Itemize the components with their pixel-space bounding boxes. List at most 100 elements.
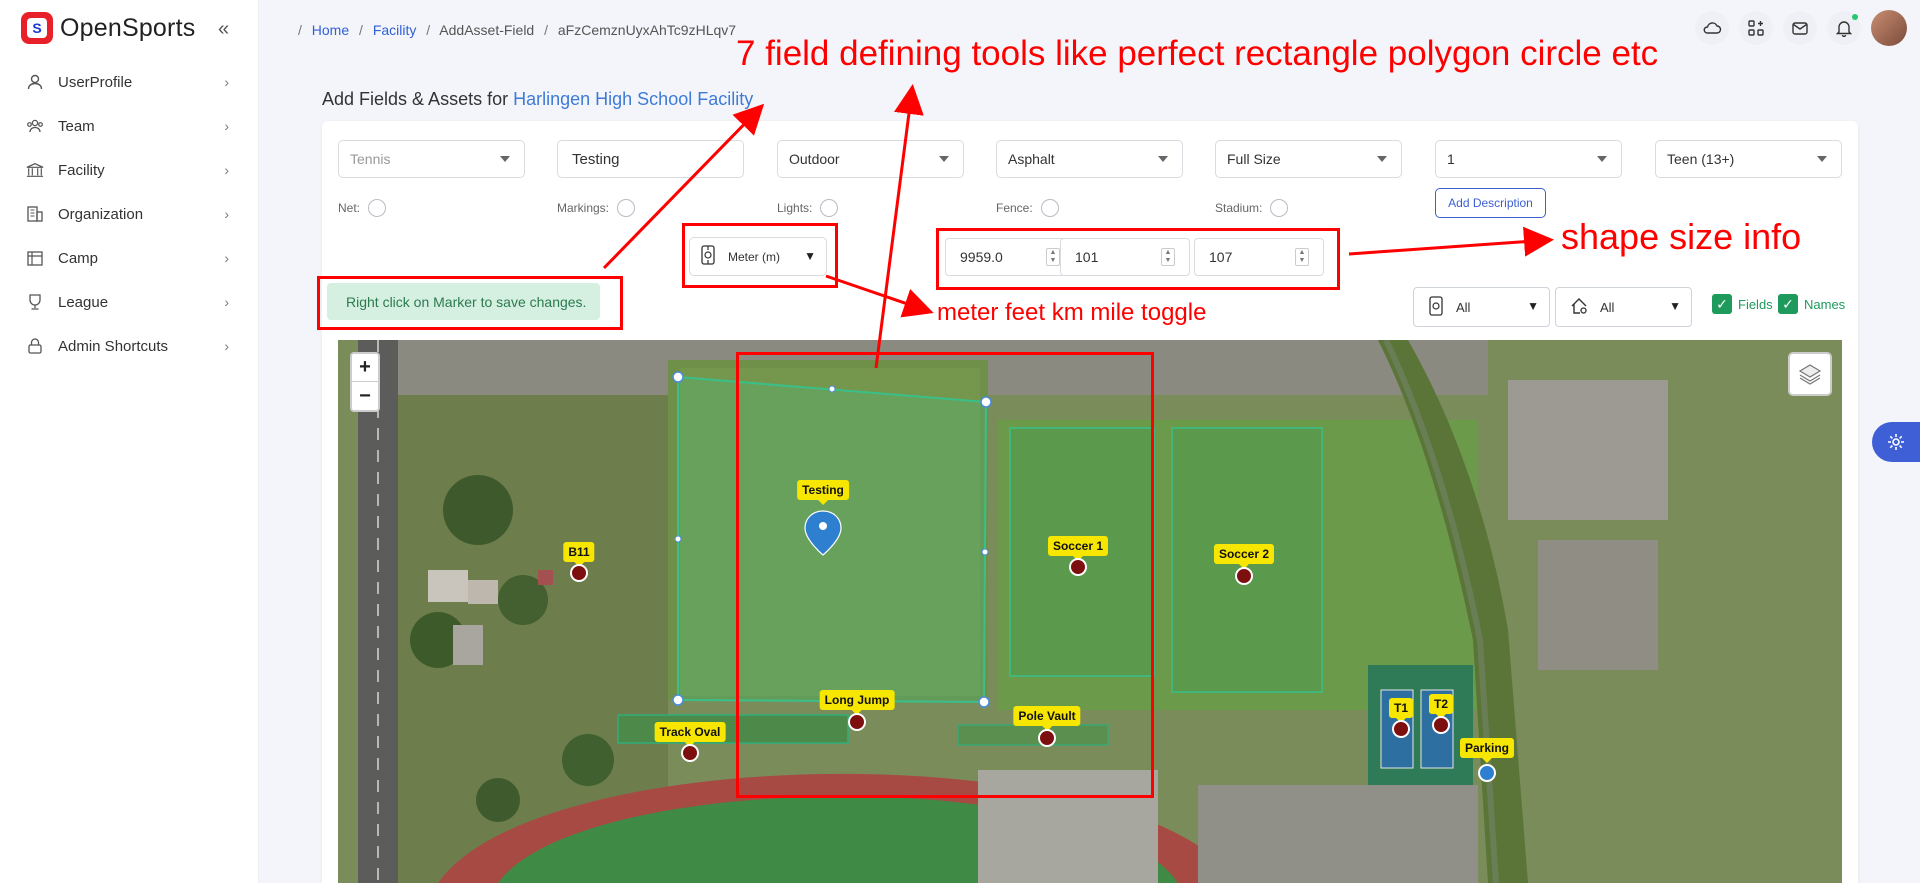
brand[interactable]: S OpenSports [21, 12, 195, 44]
sidebar-item-admin-shortcuts[interactable]: Admin Shortcuts › [0, 324, 259, 368]
chevron-right-icon: › [224, 338, 229, 354]
page-title-prefix: Add Fields & Assets for [322, 89, 509, 109]
facility-link[interactable]: Harlingen High School Facility [513, 89, 753, 109]
spinner-icon[interactable]: ▲ ▼ [1161, 248, 1175, 266]
caret-down-icon [1158, 156, 1168, 162]
check-icon: ✓ [1778, 294, 1798, 314]
mail-icon[interactable] [1783, 11, 1817, 45]
surface-select-value: Asphalt [1008, 151, 1055, 167]
count-select-value: 1 [1447, 151, 1455, 167]
markings-toggle: Markings: [557, 199, 636, 217]
sidebar-item-userprofile[interactable]: UserProfile › [0, 60, 259, 104]
zoom-out-button[interactable]: − [352, 382, 378, 410]
width-input[interactable]: 107 ▲ ▼ [1194, 238, 1324, 276]
caret-down-icon [939, 156, 949, 162]
shape-midpoint-handle [674, 535, 682, 543]
field-name-input[interactable] [557, 140, 744, 178]
breadcrumb-separator: / [298, 22, 302, 38]
league-icon [26, 293, 44, 311]
spinner-icon[interactable]: ▲ ▼ [1046, 248, 1060, 266]
shape-vertex-handle [672, 371, 684, 383]
map-marker-pin[interactable] [1069, 558, 1087, 576]
asset-filter-select[interactable]: All ▼ [1555, 287, 1692, 327]
sidebar-item-label: League [58, 293, 109, 311]
cloud-icon[interactable] [1695, 11, 1729, 45]
lights-label: Lights: [777, 201, 813, 215]
names-checkbox-label: Names [1804, 296, 1846, 312]
map-marker-pin[interactable] [570, 564, 588, 582]
topbar-actions [1695, 10, 1920, 46]
area-value: 9959.0 [960, 249, 1003, 265]
fence-toggle: Fence: [996, 199, 1059, 217]
map-marker-pin[interactable] [1038, 729, 1056, 747]
sidebar-item-label: Camp [58, 249, 99, 267]
sidebar-item-league[interactable]: League › [0, 280, 259, 324]
sidebar-item-facility[interactable]: Facility › [0, 148, 259, 192]
map-marker-pin[interactable] [681, 744, 699, 762]
map-marker-label: B11 [563, 542, 595, 567]
annotation-title: 7 field defining tools like perfect rect… [736, 34, 1659, 73]
surface-select[interactable]: Asphalt [996, 140, 1183, 178]
unit-select-value: Meter (m) [728, 249, 780, 264]
caret-down-icon: ▼ [1669, 299, 1681, 313]
length-input[interactable]: 101 ▲ ▼ [1060, 238, 1190, 276]
names-checkbox[interactable]: ✓ Names [1778, 294, 1845, 314]
sidebar: S OpenSports « UserProfile › Team › Faci… [0, 0, 259, 883]
annotation-size-info: shape size info [1561, 216, 1802, 257]
map-marker-pin[interactable] [1432, 716, 1450, 734]
markings-radio[interactable] [617, 199, 636, 217]
check-icon: ✓ [1712, 294, 1732, 314]
avatar[interactable] [1871, 10, 1907, 46]
map-marker-label: Pole Vault [1013, 706, 1081, 731]
breadcrumb-facility[interactable]: Facility [373, 22, 417, 38]
fence-radio[interactable] [1040, 199, 1059, 217]
map-marker-label: T1 [1388, 698, 1414, 723]
area-input[interactable]: 9959.0 ▲ ▼ [945, 238, 1075, 276]
map-marker-label: Long Jump [819, 690, 895, 715]
map-marker-pin[interactable] [848, 713, 866, 731]
age-select[interactable]: Teen (13+) [1655, 140, 1842, 178]
map-marker-label: Soccer 1 [1047, 536, 1109, 561]
unit-select[interactable]: Meter (m) ▼ [689, 237, 827, 276]
breadcrumb-home[interactable]: Home [312, 22, 349, 38]
collapse-sidebar-icon[interactable]: « [218, 18, 229, 41]
map-marker-pin[interactable] [1392, 720, 1410, 738]
ruler-icon [700, 245, 716, 268]
chevron-right-icon: › [224, 250, 229, 266]
team-icon [26, 117, 44, 135]
environment-select[interactable]: Outdoor [777, 140, 964, 178]
net-radio[interactable] [368, 199, 387, 217]
breadcrumb-id: aFzCemznUyxAhTc9zHLqv7 [557, 22, 737, 38]
stadium-toggle: Stadium: [1215, 199, 1289, 217]
facility-icon [26, 161, 44, 179]
size-select[interactable]: Full Size [1215, 140, 1402, 178]
add-description-button[interactable]: Add Description [1435, 188, 1546, 218]
fields-checkbox[interactable]: ✓ Fields [1712, 294, 1773, 314]
settings-gear-icon[interactable] [1872, 422, 1920, 462]
count-select[interactable]: 1 [1435, 140, 1622, 178]
map-marker-pin[interactable] [1235, 567, 1253, 585]
caret-down-icon [1597, 156, 1607, 162]
asset-filter-value: All [1600, 299, 1615, 315]
apps-add-icon[interactable] [1739, 11, 1773, 45]
map-marker-label: T2 [1428, 694, 1454, 719]
map-marker-label: Track Oval [654, 722, 726, 747]
ruler-icon [1428, 295, 1444, 319]
brand-logo-icon: S [21, 12, 53, 44]
map-marker-label: Parking [1459, 738, 1515, 763]
sidebar-item-team[interactable]: Team › [0, 104, 259, 148]
sidebar-item-camp[interactable]: Camp › [0, 236, 259, 280]
stadium-radio[interactable] [1270, 199, 1289, 217]
zoom-in-button[interactable]: + [352, 354, 378, 382]
field-filter-select[interactable]: All ▼ [1413, 287, 1550, 327]
map-marker-pin[interactable] [1478, 764, 1496, 782]
bell-icon[interactable] [1827, 11, 1861, 45]
layers-icon[interactable] [1788, 352, 1832, 396]
sidebar-item-organization[interactable]: Organization › [0, 192, 259, 236]
shape-midpoint-handle [981, 548, 989, 556]
sport-select[interactable]: Tennis [338, 140, 525, 178]
spinner-icon[interactable]: ▲ ▼ [1295, 248, 1309, 266]
size-select-value: Full Size [1227, 151, 1281, 167]
lights-radio[interactable] [820, 199, 839, 217]
map[interactable]: Testing B11 Soccer 1 Soccer 2 Long Jump … [338, 340, 1842, 883]
